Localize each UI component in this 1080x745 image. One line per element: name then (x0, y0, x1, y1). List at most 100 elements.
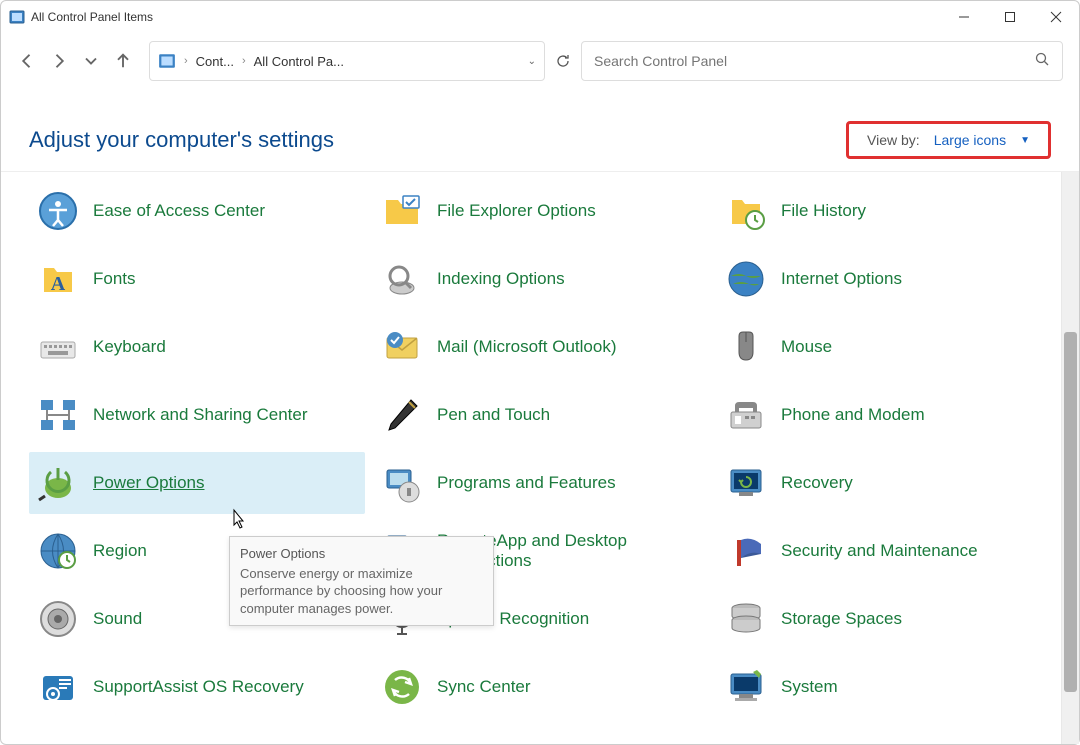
refresh-button[interactable] (553, 53, 573, 69)
tooltip: Power Options Conserve energy or maximiz… (229, 536, 494, 626)
navigation-toolbar: › Cont... › All Control Pa... ⌄ (1, 33, 1079, 89)
search-box[interactable] (581, 41, 1063, 81)
window-controls (941, 1, 1079, 33)
control-panel-item[interactable]: System (717, 656, 1053, 718)
network-sharing-icon (37, 394, 79, 436)
internet-options-icon (725, 258, 767, 300)
close-button[interactable] (1033, 1, 1079, 33)
item-label: Storage Spaces (781, 609, 902, 629)
control-panel-app-icon (9, 9, 25, 25)
item-label: Fonts (93, 269, 136, 289)
pointer-cursor-icon (227, 508, 247, 532)
item-label: Region (93, 541, 147, 561)
control-panel-item[interactable]: File History (717, 180, 1053, 242)
control-panel-item[interactable]: SupportAssist OS Recovery (29, 656, 365, 718)
minimize-button[interactable] (941, 1, 987, 33)
control-panel-item[interactable]: Internet Options (717, 248, 1053, 310)
address-bar[interactable]: › Cont... › All Control Pa... ⌄ (149, 41, 545, 81)
item-label: Recovery (781, 473, 853, 493)
titlebar: All Control Panel Items (1, 1, 1079, 33)
vertical-scrollbar[interactable] (1061, 172, 1079, 744)
chevron-down-icon: ▼ (1020, 135, 1030, 146)
nav-buttons (17, 51, 133, 71)
tooltip-title: Power Options (240, 545, 483, 563)
scroll-area[interactable]: Ease of Access Center File Explorer Optio… (1, 172, 1061, 744)
forward-button[interactable] (49, 51, 69, 71)
address-dropdown-icon[interactable]: ⌄ (528, 56, 536, 67)
control-panel-icon (158, 52, 176, 70)
control-panel-item[interactable]: Sync Center (373, 656, 709, 718)
content-header: Adjust your computer's settings View by:… (1, 89, 1079, 171)
indexing-options-icon (381, 258, 423, 300)
item-label: Phone and Modem (781, 405, 925, 425)
control-panel-item[interactable]: Pen and Touch (373, 384, 709, 446)
item-label: Indexing Options (437, 269, 565, 289)
control-panel-item[interactable]: Phone and Modem (717, 384, 1053, 446)
control-panel-item[interactable]: Power Options (29, 452, 365, 514)
up-button[interactable] (113, 51, 133, 71)
window-title: All Control Panel Items (31, 10, 153, 24)
item-label: File History (781, 201, 866, 221)
sync-center-icon (381, 666, 423, 708)
control-panel-item[interactable]: Programs and Features (373, 452, 709, 514)
control-panel-item[interactable]: Security and Maintenance (717, 520, 1053, 582)
control-panel-item[interactable]: Keyboard (29, 316, 365, 378)
item-label: System (781, 677, 838, 697)
item-label: Network and Sharing Center (93, 405, 308, 425)
phone-modem-icon (725, 394, 767, 436)
control-panel-item[interactable]: Mail (Microsoft Outlook) (373, 316, 709, 378)
search-icon (1034, 51, 1050, 72)
recovery-icon (725, 462, 767, 504)
item-label: Sound (93, 609, 142, 629)
back-button[interactable] (17, 51, 37, 71)
item-label: SupportAssist OS Recovery (93, 677, 304, 697)
item-label: Ease of Access Center (93, 201, 265, 221)
item-label: Pen and Touch (437, 405, 550, 425)
keyboard-icon (37, 326, 79, 368)
control-panel-item[interactable]: A Fonts (29, 248, 365, 310)
control-panel-item[interactable]: File Explorer Options (373, 180, 709, 242)
item-label: Mail (Microsoft Outlook) (437, 337, 616, 357)
svg-text:A: A (51, 273, 66, 295)
page-heading: Adjust your computer's settings (29, 127, 334, 153)
item-label: Power Options (93, 473, 205, 493)
item-label: Mouse (781, 337, 832, 357)
breadcrumb-all-items[interactable]: All Control Pa... (254, 54, 344, 69)
breadcrumb-separator: › (242, 55, 246, 67)
file-history-icon (725, 190, 767, 232)
item-label: Programs and Features (437, 473, 616, 493)
mail-icon (381, 326, 423, 368)
view-by-dropdown[interactable]: View by: Large icons ▼ (846, 121, 1051, 159)
item-label: Keyboard (93, 337, 166, 357)
pen-touch-icon (381, 394, 423, 436)
control-panel-item[interactable]: Mouse (717, 316, 1053, 378)
fonts-icon: A (37, 258, 79, 300)
security-maintenance-icon (725, 530, 767, 572)
system-icon (725, 666, 767, 708)
scrollbar-thumb[interactable] (1064, 332, 1077, 692)
sound-icon (37, 598, 79, 640)
control-panel-item[interactable]: Network and Sharing Center (29, 384, 365, 446)
mouse-icon (725, 326, 767, 368)
item-label: Security and Maintenance (781, 541, 978, 561)
storage-spaces-icon (725, 598, 767, 640)
ease-of-access-icon (37, 190, 79, 232)
control-panel-item[interactable]: Recovery (717, 452, 1053, 514)
control-panel-item[interactable]: Storage Spaces (717, 588, 1053, 650)
item-label: Internet Options (781, 269, 902, 289)
item-label: Sync Center (437, 677, 531, 697)
maximize-button[interactable] (987, 1, 1033, 33)
viewby-label: View by: (867, 132, 920, 148)
recent-locations-button[interactable] (81, 51, 101, 71)
breadcrumb-separator: › (184, 55, 188, 67)
control-panel-item[interactable]: Indexing Options (373, 248, 709, 310)
programs-features-icon (381, 462, 423, 504)
item-label: File Explorer Options (437, 201, 596, 221)
content-area: Ease of Access Center File Explorer Optio… (1, 171, 1079, 744)
file-explorer-options-icon (381, 190, 423, 232)
search-input[interactable] (594, 53, 1034, 69)
control-panel-item[interactable]: Ease of Access Center (29, 180, 365, 242)
viewby-value: Large icons (934, 132, 1006, 148)
breadcrumb-control-panel[interactable]: Cont... (196, 54, 234, 69)
tooltip-body: Conserve energy or maximize performance … (240, 565, 483, 618)
